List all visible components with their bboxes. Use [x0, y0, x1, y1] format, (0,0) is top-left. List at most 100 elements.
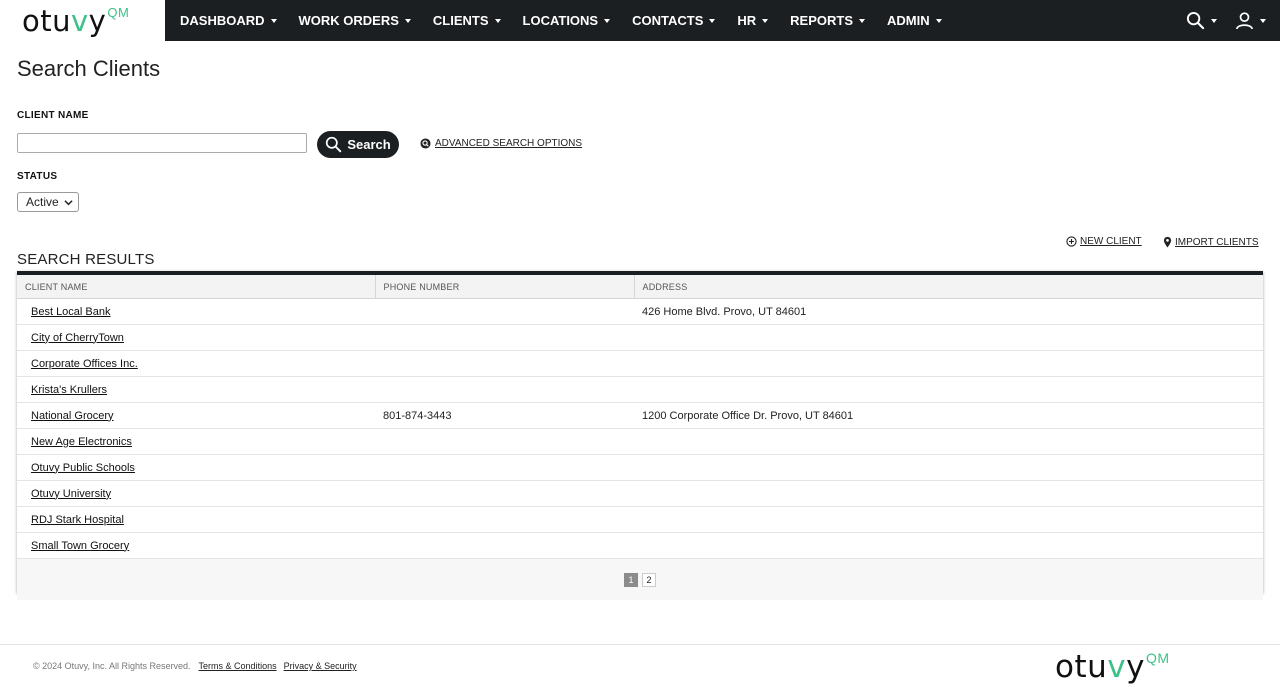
- terms-link[interactable]: Terms & Conditions: [199, 661, 277, 671]
- cell-phone: [375, 506, 634, 533]
- nav-contacts[interactable]: CONTACTS: [632, 13, 716, 28]
- client-link[interactable]: National Grocery: [31, 410, 114, 422]
- cell-client-name: National Grocery: [17, 402, 375, 429]
- client-link[interactable]: New Age Electronics: [31, 436, 132, 448]
- table-row: Corporate Offices Inc.: [17, 350, 1263, 377]
- cell-address: [634, 480, 1263, 507]
- cell-phone: 801-874-3443: [375, 402, 634, 429]
- cell-phone: [375, 454, 634, 481]
- nav-work-orders[interactable]: WORK ORDERS: [299, 13, 411, 28]
- cell-address: [634, 506, 1263, 533]
- copyright-text: © 2024 Otuvy, Inc. All Rights Reserved.: [33, 661, 191, 671]
- map-pin-icon: [1163, 236, 1172, 248]
- search-icon: [1186, 11, 1205, 30]
- user-menu-button[interactable]: [1235, 11, 1266, 30]
- page-button-1[interactable]: 1: [624, 572, 638, 587]
- table-row: Small Town Grocery: [17, 532, 1263, 559]
- advanced-search-label: ADVANCED SEARCH OPTIONS: [435, 138, 583, 149]
- results-panel: CLIENT NAME PHONE NUMBER ADDRESS Best Lo…: [17, 271, 1263, 600]
- nav-hr[interactable]: HR: [737, 13, 769, 28]
- cell-address: [634, 532, 1263, 559]
- table-row: City of CherryTown: [17, 324, 1263, 351]
- caret-down-icon: [709, 18, 716, 23]
- global-search-button[interactable]: [1186, 11, 1217, 30]
- footer-brand-suffix: QM: [1146, 650, 1170, 666]
- main-nav: DASHBOARD WORK ORDERS CLIENTS LOCATIONS …: [180, 0, 964, 41]
- cell-phone: [375, 350, 634, 377]
- client-link[interactable]: Krista's Krullers: [31, 384, 107, 396]
- column-header-address[interactable]: ADDRESS: [634, 275, 1263, 299]
- nav-reports[interactable]: REPORTS: [790, 13, 865, 28]
- table-row: National Grocery 801-874-3443 1200 Corpo…: [17, 402, 1263, 429]
- client-name-input[interactable]: [17, 133, 307, 153]
- search-button[interactable]: Search: [317, 131, 399, 158]
- table-header-row: CLIENT NAME PHONE NUMBER ADDRESS: [17, 275, 1263, 299]
- cell-address: [634, 454, 1263, 481]
- results-title: SEARCH RESULTS: [17, 251, 155, 268]
- cell-address: 1200 Corporate Office Dr. Provo, UT 8460…: [634, 402, 1263, 429]
- cell-phone: [375, 428, 634, 455]
- caret-down-icon: [494, 18, 501, 23]
- caret-down-icon: [1211, 18, 1217, 23]
- column-header-phone-number[interactable]: PHONE NUMBER: [375, 275, 635, 299]
- cell-client-name: New Age Electronics: [17, 428, 375, 455]
- nav-locations[interactable]: LOCATIONS: [523, 13, 611, 28]
- import-clients-label: IMPORT CLIENTS: [1175, 236, 1259, 248]
- user-icon: [1236, 12, 1253, 30]
- import-clients-link[interactable]: IMPORT CLIENTS: [1163, 236, 1259, 248]
- table-row: Krista's Krullers: [17, 376, 1263, 403]
- cell-phone: [375, 298, 634, 325]
- caret-down-icon: [270, 18, 277, 23]
- caret-down-icon: [404, 18, 411, 23]
- new-client-label: NEW CLIENT: [1080, 236, 1142, 247]
- brand-logo[interactable]: otuvy QM: [22, 4, 129, 38]
- cell-phone: [375, 324, 634, 351]
- page-button-2[interactable]: 2: [642, 572, 656, 587]
- search-gear-icon: [420, 138, 431, 149]
- logo-container[interactable]: otuvy QM: [0, 0, 165, 41]
- cell-phone: [375, 376, 634, 403]
- nav-dashboard[interactable]: DASHBOARD: [180, 13, 277, 28]
- cell-client-name: Krista's Krullers: [17, 376, 375, 403]
- footer-logo: otuvy QM: [1055, 648, 1170, 686]
- advanced-search-link[interactable]: ADVANCED SEARCH OPTIONS: [420, 138, 582, 149]
- top-nav-bar: otuvy QM DASHBOARD WORK ORDERS CLIENTS L…: [0, 0, 1280, 41]
- caret-down-icon: [604, 18, 611, 23]
- status-selected-value: Active: [26, 195, 59, 209]
- chevron-down-icon: [64, 200, 73, 206]
- search-icon: [326, 136, 342, 153]
- new-client-link[interactable]: NEW CLIENT: [1066, 236, 1142, 247]
- privacy-link[interactable]: Privacy & Security: [284, 661, 357, 671]
- table-row: Otuvy Public Schools: [17, 454, 1263, 481]
- column-header-client-name[interactable]: CLIENT NAME: [17, 275, 376, 299]
- client-link[interactable]: City of CherryTown: [31, 332, 124, 344]
- brand-wordmark: otuvy: [22, 4, 107, 38]
- client-link[interactable]: Best Local Bank: [31, 306, 111, 318]
- caret-down-icon: [1260, 18, 1266, 23]
- client-link[interactable]: RDJ Stark Hospital: [31, 514, 124, 526]
- plus-circle-icon: [1066, 236, 1077, 247]
- client-link[interactable]: Corporate Offices Inc.: [31, 358, 138, 370]
- cell-phone: [375, 480, 634, 507]
- cell-client-name: RDJ Stark Hospital: [17, 506, 375, 533]
- status-label: STATUS: [17, 171, 58, 182]
- caret-down-icon: [935, 18, 942, 23]
- pagination: 1 2: [17, 559, 1263, 600]
- client-link[interactable]: Otuvy Public Schools: [31, 462, 135, 474]
- cell-address: [634, 350, 1263, 377]
- status-select[interactable]: Active: [17, 192, 79, 212]
- cell-client-name: Otuvy University: [17, 480, 375, 507]
- nav-admin[interactable]: ADMIN: [887, 13, 942, 28]
- client-name-label: CLIENT NAME: [17, 110, 89, 121]
- table-row: Otuvy University: [17, 480, 1263, 507]
- nav-clients[interactable]: CLIENTS: [433, 13, 501, 28]
- client-link[interactable]: Small Town Grocery: [31, 540, 129, 552]
- footer-brand-wordmark: otuvy: [1055, 649, 1145, 685]
- client-link[interactable]: Otuvy University: [31, 488, 111, 500]
- cell-address: [634, 428, 1263, 455]
- footer-divider: [0, 644, 1280, 645]
- cell-address: [634, 324, 1263, 351]
- footer-links: © 2024 Otuvy, Inc. All Rights Reserved. …: [33, 661, 357, 671]
- table-row: Best Local Bank 426 Home Blvd. Provo, UT…: [17, 298, 1263, 325]
- cell-client-name: City of CherryTown: [17, 324, 375, 351]
